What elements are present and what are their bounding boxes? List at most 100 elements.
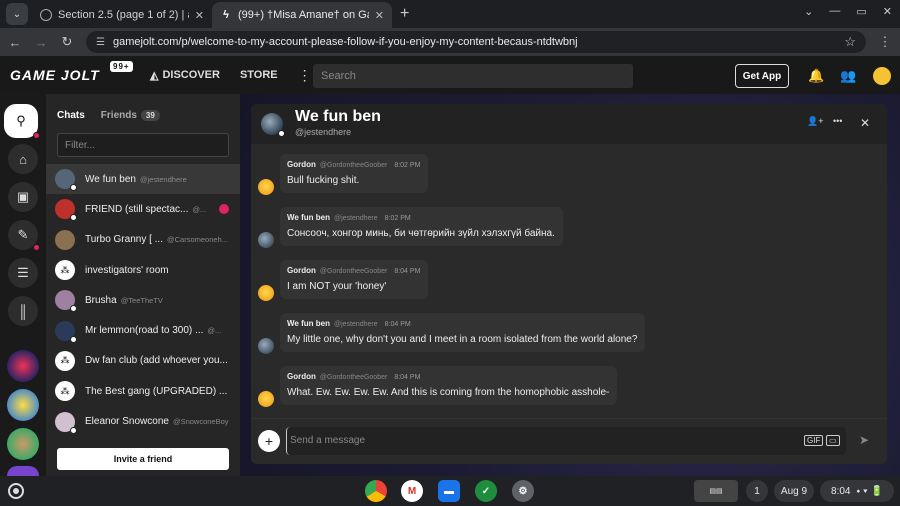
discover-link[interactable]: ◭ DISCOVER (150, 69, 220, 82)
avatar[interactable] (258, 232, 274, 248)
chat-list-item[interactable]: Turbo Granny [ ... @Carsomeoneh... (46, 225, 240, 255)
realms-nav-button[interactable]: ☰ (8, 258, 38, 288)
message: Gordon @GordontheeGoober 8:02 PM Bull fucki… (251, 150, 887, 198)
status-area[interactable]: 8:04 ⬩ ▾ 🔋 (820, 480, 894, 502)
settings-gear-icon[interactable]: ⚙ (512, 480, 534, 502)
chat-name: investigators' room (85, 264, 169, 276)
tab-list-icon[interactable]: ⌄ (804, 5, 813, 18)
tab-search-button[interactable]: ⌄ (6, 3, 28, 25)
close-icon[interactable]: ✕ (860, 116, 870, 130)
gif-icon[interactable]: GIF (804, 435, 824, 446)
chat-list-item[interactable]: ⁂ investigators' room (46, 255, 240, 285)
messages-icon[interactable]: ✓ (475, 480, 497, 502)
bell-icon[interactable]: 🔔 (808, 68, 824, 84)
site-info-icon[interactable]: ☰ (96, 37, 105, 48)
forward-icon[interactable]: → (34, 35, 48, 50)
chat-name: Dw fan club (add whoever you... (85, 355, 228, 367)
sender-name[interactable]: Gordon (287, 160, 316, 169)
chat-list-item[interactable]: ⁂ The Best gang (UPGRADED) ... (46, 376, 240, 406)
notification-count[interactable]: 1 (746, 480, 768, 502)
url-field[interactable]: ☰ gamejolt.com/p/welcome-to-my-account-p… (86, 31, 866, 53)
unread-dot (33, 244, 40, 251)
send-icon[interactable]: ➤ (859, 433, 869, 447)
close-icon[interactable]: ✕ (195, 9, 204, 22)
tab-friends[interactable]: Friends 39 (101, 110, 160, 121)
browser-tab-2[interactable]: ϟ (99+) †Misa Amane† on Gam ✕ (212, 2, 392, 28)
files-icon[interactable]: ▬ (438, 480, 460, 502)
window-preview[interactable]: ▤▤ (694, 480, 738, 502)
chat-list-item[interactable]: Eleanor Snowcone @SnowconeBoy (46, 406, 240, 436)
store-link[interactable]: STORE (240, 69, 278, 81)
new-tab-button[interactable]: + (400, 5, 409, 23)
community-avatar[interactable] (7, 466, 39, 476)
minimize-icon[interactable]: — (829, 5, 840, 18)
tab-chats[interactable]: Chats (57, 110, 85, 121)
avatar[interactable] (258, 338, 274, 354)
sticker-icon[interactable]: ▭ (826, 435, 840, 446)
backpack-nav-button[interactable]: ▣ (8, 182, 38, 212)
message-header: Gordon @GordontheeGoober 8:04 PM (287, 372, 609, 381)
chat-nav-button[interactable]: ⚲ (4, 104, 40, 139)
chat-username: @jestendhere (139, 174, 187, 184)
add-friend-icon[interactable]: 👤+ (807, 116, 823, 127)
message-input[interactable]: Send a message (286, 427, 846, 455)
sender-name[interactable]: We fun ben (287, 319, 330, 328)
invite-friend-button[interactable]: Invite a friend (57, 448, 229, 470)
user-avatar[interactable] (873, 67, 891, 85)
quests-nav-button[interactable]: ✎ (8, 220, 40, 251)
chat-title[interactable]: We fun ben (295, 108, 381, 126)
close-window-icon[interactable]: ✕ (883, 5, 892, 18)
community-avatar[interactable] (7, 350, 39, 382)
filter-input[interactable]: Filter... (57, 133, 229, 157)
browser-tab-1[interactable]: Section 2.5 (page 1 of 2) | ace ✕ (32, 2, 212, 28)
maximize-icon[interactable]: ▭ (856, 5, 866, 18)
avatar[interactable] (258, 285, 274, 301)
sender-name[interactable]: Gordon (287, 372, 316, 381)
close-icon[interactable]: ✕ (375, 9, 384, 22)
avatar[interactable] (258, 391, 274, 407)
chat-list-text: Brusha @TeeTheTV (85, 295, 235, 306)
chat-handle: @jestendhere (295, 127, 352, 137)
add-attachment-button[interactable]: + (258, 430, 280, 452)
avatar[interactable] (261, 113, 285, 137)
date-display[interactable]: Aug 9 (774, 480, 814, 502)
message-text: What. Ew. Ew. Ew. Ew. And this is coming… (287, 387, 610, 398)
chat-list-item[interactable]: Mr lemmon(road to 300) ... @... (46, 315, 240, 345)
gamejolt-icon: ϟ (223, 9, 229, 21)
search-input[interactable]: Search (313, 64, 633, 88)
library-nav-button[interactable]: ║ (8, 296, 38, 326)
reload-icon[interactable]: ↻ (60, 34, 74, 50)
chrome-icon[interactable] (365, 480, 387, 502)
realms-icon: ☰ (17, 265, 29, 280)
chat-list-item[interactable]: We fun ben @jestendhere (46, 164, 240, 195)
bookmark-star-icon[interactable]: ☆ (844, 34, 856, 50)
message-text: Bull fucking shit. (287, 175, 360, 186)
gmail-icon[interactable]: M (401, 480, 423, 502)
avatar[interactable] (258, 179, 274, 195)
online-indicator (70, 214, 77, 222)
chat-list-item[interactable]: Brusha @TeeTheTV (46, 285, 240, 315)
sender-name[interactable]: We fun ben (287, 213, 330, 222)
group-chat-icon: ⁂ (55, 260, 75, 281)
discover-label: DISCOVER (162, 69, 220, 81)
community-avatar[interactable] (7, 389, 39, 421)
more-menu-icon[interactable]: ⋮ (298, 67, 312, 84)
more-options-icon[interactable]: ••• (833, 116, 842, 126)
back-icon[interactable]: ← (8, 35, 22, 50)
window-controls: ⌄ — ▭ ✕ (804, 5, 892, 18)
get-app-button[interactable]: Get App (735, 64, 789, 88)
community-avatar[interactable] (7, 428, 39, 460)
launcher-icon[interactable] (8, 483, 24, 499)
gamejolt-logo[interactable]: GAME JOLT 99+ (10, 61, 133, 83)
tab-title: (99+) †Misa Amane† on Gam (238, 9, 369, 21)
chat-list-item[interactable]: ⁂ Dw fan club (add whoever you... (46, 346, 240, 376)
tab-friends-label: Friends (100, 110, 137, 121)
group-icon: ⁂ (60, 355, 70, 366)
store-nav-button[interactable]: ⌂ (8, 144, 38, 174)
group-icon: ⁂ (60, 385, 70, 396)
browser-menu-icon[interactable]: ⋮ (878, 34, 892, 50)
message-time: 8:04 PM (384, 321, 411, 328)
chat-list-item[interactable]: FRIEND (still spectac... @... (46, 194, 240, 224)
sender-name[interactable]: Gordon (287, 266, 316, 275)
friends-icon[interactable]: 👥 (840, 68, 856, 84)
